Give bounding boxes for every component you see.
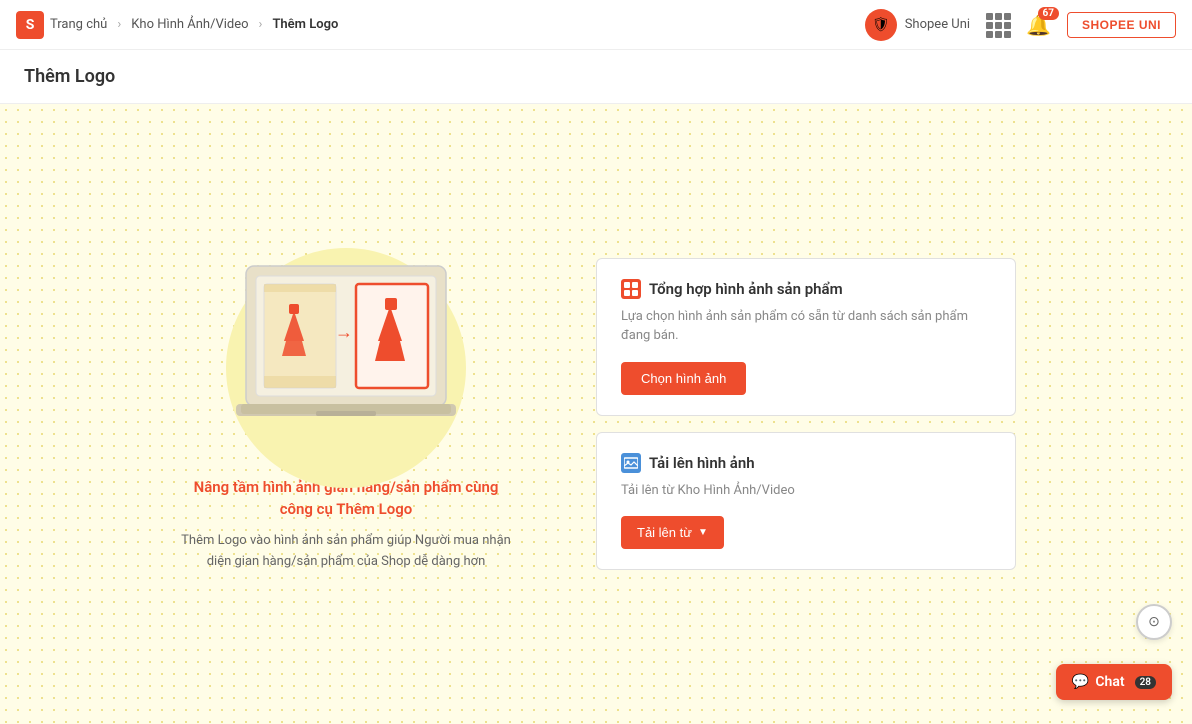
shopee-uni-avatar[interactable] [865, 9, 897, 41]
illustration-area: → Nâng tầm hình ảnh gian hàng/sản phẩm c… [176, 256, 516, 573]
navbar: S Trang chủ › Kho Hình Ảnh/Video › Thêm … [0, 0, 1192, 50]
help-icon: ⊙ [1148, 614, 1160, 630]
breadcrumb-sep-2: › [259, 17, 263, 32]
card-upload: Tải lên hình ảnh Tải lên từ Kho Hình Ảnh… [596, 432, 1016, 571]
grid-dot [1004, 13, 1011, 20]
grid-dot [986, 31, 993, 38]
grid-image-icon [624, 282, 638, 296]
card-upload-title: Tải lên hình ảnh [649, 454, 755, 472]
illustration-desc: Thêm Logo vào hình ảnh sản phẩm giúp Ngư… [176, 531, 516, 573]
chat-icon: 💬 [1072, 674, 1089, 690]
card-upload-header: Tải lên hình ảnh [621, 453, 991, 473]
page-title: Thêm Logo [24, 66, 1168, 87]
grid-apps-icon[interactable] [986, 13, 1010, 37]
shopee-uni-button[interactable]: SHOPEE UNI [1067, 12, 1176, 38]
image-upload-icon [624, 456, 638, 470]
breadcrumb-sep-1: › [117, 17, 121, 32]
chat-badge: 28 [1135, 676, 1156, 689]
navbar-left: S Trang chủ › Kho Hình Ảnh/Video › Thêm … [16, 11, 338, 39]
choose-image-button[interactable]: Chọn hình ảnh [621, 362, 746, 395]
grid-dot [1004, 31, 1011, 38]
help-button[interactable]: ⊙ [1136, 604, 1172, 640]
card-aggregate: Tổng hợp hình ảnh sản phẩm Lựa chọn hình… [596, 258, 1016, 416]
laptop-svg: → [206, 256, 486, 446]
grid-dot [986, 22, 993, 29]
cards-area: Tổng hợp hình ảnh sản phẩm Lựa chọn hình… [596, 258, 1016, 571]
card-upload-desc: Tải lên từ Kho Hình Ảnh/Video [621, 481, 991, 501]
card-aggregate-title: Tổng hợp hình ảnh sản phẩm [649, 280, 843, 298]
laptop-illustration: → [206, 256, 486, 456]
card-aggregate-header: Tổng hợp hình ảnh sản phẩm [621, 279, 991, 299]
breadcrumb-parent[interactable]: Kho Hình Ảnh/Video [131, 17, 248, 32]
chevron-down-icon: ▼ [698, 527, 708, 538]
card-aggregate-icon [621, 279, 641, 299]
grid-dot [995, 13, 1002, 20]
grid-dot [995, 31, 1002, 38]
shopee-uni-label: Shopee Uni [905, 17, 970, 32]
notification-button[interactable]: 🔔 67 [1026, 13, 1051, 37]
grid-dot [995, 22, 1002, 29]
notification-badge: 67 [1038, 7, 1059, 20]
breadcrumb-current: Thêm Logo [272, 17, 338, 32]
shopee-logo[interactable]: S [16, 11, 44, 39]
card-upload-icon [621, 453, 641, 473]
page-header: Thêm Logo [0, 50, 1192, 104]
grid-dot [1004, 22, 1011, 29]
breadcrumb-home[interactable]: Trang chủ [50, 17, 107, 32]
card-aggregate-desc: Lựa chọn hình ảnh sản phẩm có sẵn từ dan… [621, 307, 991, 346]
chat-button[interactable]: 💬 Chat 28 [1056, 664, 1172, 700]
shopee-uni-section: Shopee Uni [865, 9, 970, 41]
upload-button[interactable]: Tải lên từ ▼ [621, 516, 724, 549]
main-content: → Nâng tầm hình ảnh gian hàng/sản phẩm c… [0, 104, 1192, 724]
upload-button-label: Tải lên từ [637, 525, 692, 540]
grid-dot [986, 13, 993, 20]
svg-text:→: → [335, 322, 353, 343]
navbar-right: Shopee Uni 🔔 67 SHOPEE UNI [865, 9, 1176, 41]
chat-label: Chat [1095, 674, 1124, 690]
